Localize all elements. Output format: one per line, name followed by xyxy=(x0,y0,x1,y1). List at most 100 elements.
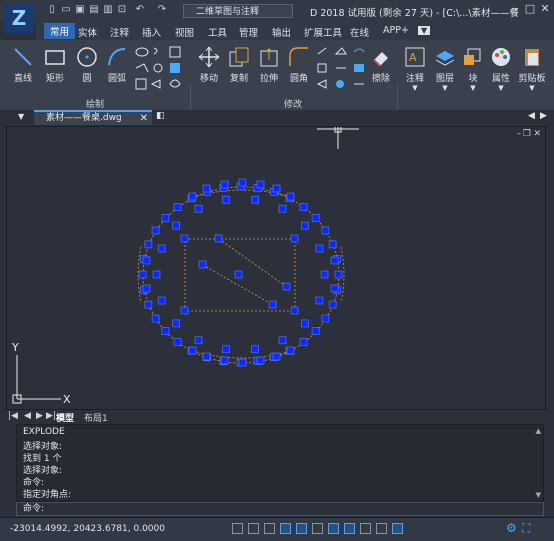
grip-handle[interactable] xyxy=(286,346,295,355)
menu-manage[interactable]: 管理 xyxy=(239,25,258,39)
grip-handle[interactable] xyxy=(180,306,189,315)
grip-handle[interactable] xyxy=(198,260,207,269)
grip-handle[interactable] xyxy=(194,204,203,213)
grip-handle[interactable] xyxy=(321,226,330,235)
grip-handle[interactable] xyxy=(214,234,223,243)
dynamic-ucs-icon[interactable] xyxy=(328,523,339,534)
grip-handle[interactable] xyxy=(256,356,265,365)
grip-handle[interactable] xyxy=(300,221,309,230)
tab-menu-icon[interactable]: ▼ xyxy=(18,112,24,121)
prev-layout-icon[interactable]: ◀ xyxy=(24,411,31,421)
tab-close-icon[interactable]: ✕ xyxy=(140,112,148,125)
grip-handle[interactable] xyxy=(173,203,182,211)
grip-handle[interactable] xyxy=(278,336,287,345)
maximize-icon[interactable]: □ xyxy=(523,2,537,16)
grip-handle[interactable] xyxy=(161,214,170,222)
grip-handle[interactable] xyxy=(238,178,247,187)
move-button[interactable]: 移动 xyxy=(196,46,222,84)
copy-button[interactable]: 复制 xyxy=(226,46,252,84)
grip-handle[interactable] xyxy=(272,184,281,193)
properties-panel-button[interactable]: 属性 ▼ xyxy=(488,46,514,92)
grip-handle[interactable] xyxy=(330,256,339,265)
grip-handle[interactable] xyxy=(161,327,170,335)
grip-handle[interactable] xyxy=(290,234,299,243)
save-as-icon[interactable]: ▤ xyxy=(88,4,100,16)
grip-handle[interactable] xyxy=(290,306,299,315)
grip-handle[interactable] xyxy=(188,192,197,201)
tab-scroll-left-icon[interactable]: ◀ xyxy=(528,111,535,121)
grip-handle[interactable] xyxy=(222,195,230,204)
tab-model[interactable]: 模型 xyxy=(56,411,74,424)
ortho-icon[interactable] xyxy=(264,523,275,534)
grip-handle[interactable] xyxy=(152,270,161,279)
grip-handle[interactable] xyxy=(320,270,329,279)
object-tracking-icon[interactable] xyxy=(312,523,323,534)
grip-handle[interactable] xyxy=(334,270,343,279)
grip-handle[interactable] xyxy=(194,336,203,345)
circle-button[interactable]: 圆 xyxy=(74,46,100,84)
grip-handle[interactable] xyxy=(172,221,180,230)
grip-handle[interactable] xyxy=(321,314,330,323)
stretch-button[interactable]: 拉伸 xyxy=(256,46,282,84)
tab-scroll-right-icon[interactable]: ▶ xyxy=(540,111,547,121)
grip-handle[interactable] xyxy=(311,214,320,222)
ribbon-toggle-icon[interactable]: ▼ xyxy=(418,26,431,35)
save-icon[interactable]: ▣ xyxy=(74,4,86,16)
redo-icon[interactable]: ↷ xyxy=(156,4,168,16)
menu-insert[interactable]: 插入 xyxy=(142,25,161,39)
grip-handle[interactable] xyxy=(151,314,160,323)
app-logo[interactable]: Z xyxy=(4,3,34,33)
rectangle-button[interactable]: 矩形 xyxy=(42,46,68,84)
grip-handle[interactable] xyxy=(202,184,211,193)
print-icon[interactable]: ▥ xyxy=(102,4,114,16)
grip-handle[interactable] xyxy=(272,352,281,361)
grip-handle[interactable] xyxy=(157,244,166,253)
grip-handle[interactable] xyxy=(144,300,153,309)
grip-handle[interactable] xyxy=(188,346,197,355)
fullscreen-icon[interactable]: ⛶ xyxy=(522,521,530,536)
scroll-up-icon[interactable]: ▲ xyxy=(536,427,541,435)
grip-handle[interactable] xyxy=(220,356,229,365)
grip-handle[interactable] xyxy=(180,234,189,243)
grip-handle[interactable] xyxy=(330,284,339,293)
menu-app[interactable]: APP+ xyxy=(383,25,409,36)
grip-handle[interactable] xyxy=(299,203,308,211)
dynamic-input-icon[interactable] xyxy=(344,523,355,534)
grip-handle[interactable] xyxy=(256,180,265,189)
erase-button[interactable]: 擦除 xyxy=(368,46,394,84)
plot-icon[interactable]: ⊡ xyxy=(116,4,128,16)
grip-handle[interactable] xyxy=(144,240,153,249)
grip-handle[interactable] xyxy=(311,327,320,335)
drawing-canvas[interactable]: – ❐ ✕ Y X xyxy=(6,126,546,410)
grip-handle[interactable] xyxy=(286,192,295,201)
grip-handle[interactable] xyxy=(328,300,337,309)
grip-handle[interactable] xyxy=(282,282,291,291)
minimize-icon[interactable]: – xyxy=(508,2,522,16)
clipboard-panel-button[interactable]: 剪贴板 ▼ xyxy=(516,46,548,92)
fillet-button[interactable]: 圆角 xyxy=(286,46,312,84)
grip-handle[interactable] xyxy=(220,180,229,189)
lineweight-icon[interactable] xyxy=(360,523,371,534)
tab-layout1[interactable]: 布局1 xyxy=(84,411,108,424)
grip-handle[interactable] xyxy=(151,226,160,235)
grip-handle[interactable] xyxy=(157,296,166,305)
grip-handle[interactable] xyxy=(172,319,180,328)
polar-tracking-icon[interactable] xyxy=(280,523,291,534)
file-tab[interactable]: 素材——餐桌.dwg ✕ xyxy=(34,110,152,125)
grip-handle[interactable] xyxy=(315,244,324,253)
grip-handle[interactable] xyxy=(328,240,337,249)
block-panel-button[interactable]: 块 ▼ xyxy=(460,46,486,92)
grip-handle[interactable] xyxy=(202,352,211,361)
grip-handle[interactable] xyxy=(234,270,243,279)
line-button[interactable]: 直线 xyxy=(10,46,36,84)
next-layout-icon[interactable]: ▶ xyxy=(36,411,43,421)
grip-handle[interactable] xyxy=(251,345,259,354)
grip-handle[interactable] xyxy=(138,270,147,279)
scroll-down-icon[interactable]: ▼ xyxy=(536,491,541,499)
new-icon[interactable]: ▯ xyxy=(46,4,58,16)
menu-tools[interactable]: 工具 xyxy=(208,25,227,39)
last-layout-icon[interactable]: ▶| xyxy=(46,411,56,421)
open-icon[interactable]: ▭ xyxy=(60,4,72,16)
menu-solid[interactable]: 实体 xyxy=(78,25,97,39)
grip-handle[interactable] xyxy=(222,345,230,354)
